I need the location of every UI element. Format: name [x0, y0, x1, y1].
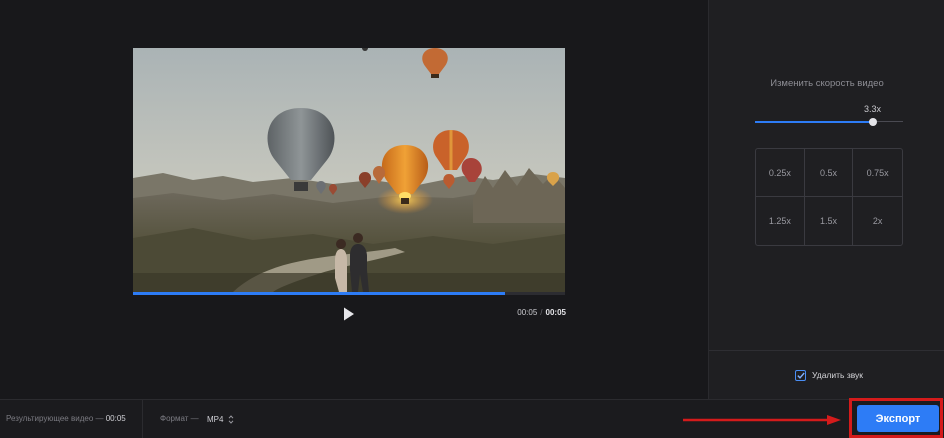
video-frame-image [133, 48, 565, 292]
speed-preset-2x[interactable]: 2x [853, 197, 902, 245]
sidebar-divider [709, 350, 944, 351]
speed-slider-handle[interactable] [869, 118, 878, 126]
video-progress-bar[interactable] [133, 292, 565, 295]
checkmark-icon [796, 372, 805, 379]
format-select[interactable]: MP4 [207, 412, 234, 426]
video-stage: 00:05/00:05 [0, 0, 708, 399]
total-time: 00:05 [545, 308, 566, 317]
remove-audio-option[interactable]: Удалить звук [795, 369, 863, 381]
video-preview[interactable] [133, 48, 565, 292]
result-video-label: Результирующее видео — [6, 414, 104, 423]
speed-sidebar: Изменить скорость видео 3.3x 0.25x 0.5x … [708, 0, 944, 399]
footer-divider [142, 400, 143, 438]
current-time: 00:05 [517, 308, 538, 317]
speed-slider-fill [755, 121, 874, 123]
time-display: 00:05/00:05 [500, 308, 566, 317]
speed-preset-1-25x[interactable]: 1.25x [756, 197, 805, 245]
annotation-arrow-icon [683, 415, 841, 425]
time-separator: / [540, 308, 543, 317]
speed-preset-0-5x[interactable]: 0.5x [804, 149, 854, 197]
format-label: Формат — [160, 414, 199, 423]
play-button[interactable] [339, 304, 359, 324]
chevron-up-down-icon [229, 414, 234, 424]
export-button[interactable]: Экспорт [857, 405, 939, 432]
speed-preset-0-25x[interactable]: 0.25x [756, 149, 805, 197]
play-icon [344, 307, 354, 321]
remove-audio-label: Удалить звук [812, 370, 864, 380]
speed-preset-grid: 0.25x 0.5x 0.75x 1.25x 1.5x 2x [755, 148, 903, 246]
format-value: MP4 [207, 414, 224, 424]
video-progress-fill [133, 292, 505, 295]
speed-preset-0-75x[interactable]: 0.75x [853, 149, 902, 197]
speed-slider[interactable] [755, 117, 903, 127]
speed-preset-1-5x[interactable]: 1.5x [805, 197, 854, 245]
result-video-duration: 00:05 [105, 414, 126, 423]
result-video-info: Результирующее видео — 00:05 [6, 414, 126, 423]
speed-title: Изменить скорость видео [770, 78, 884, 89]
speed-value: 3.3x [864, 104, 882, 114]
remove-audio-checkbox[interactable] [795, 369, 806, 381]
